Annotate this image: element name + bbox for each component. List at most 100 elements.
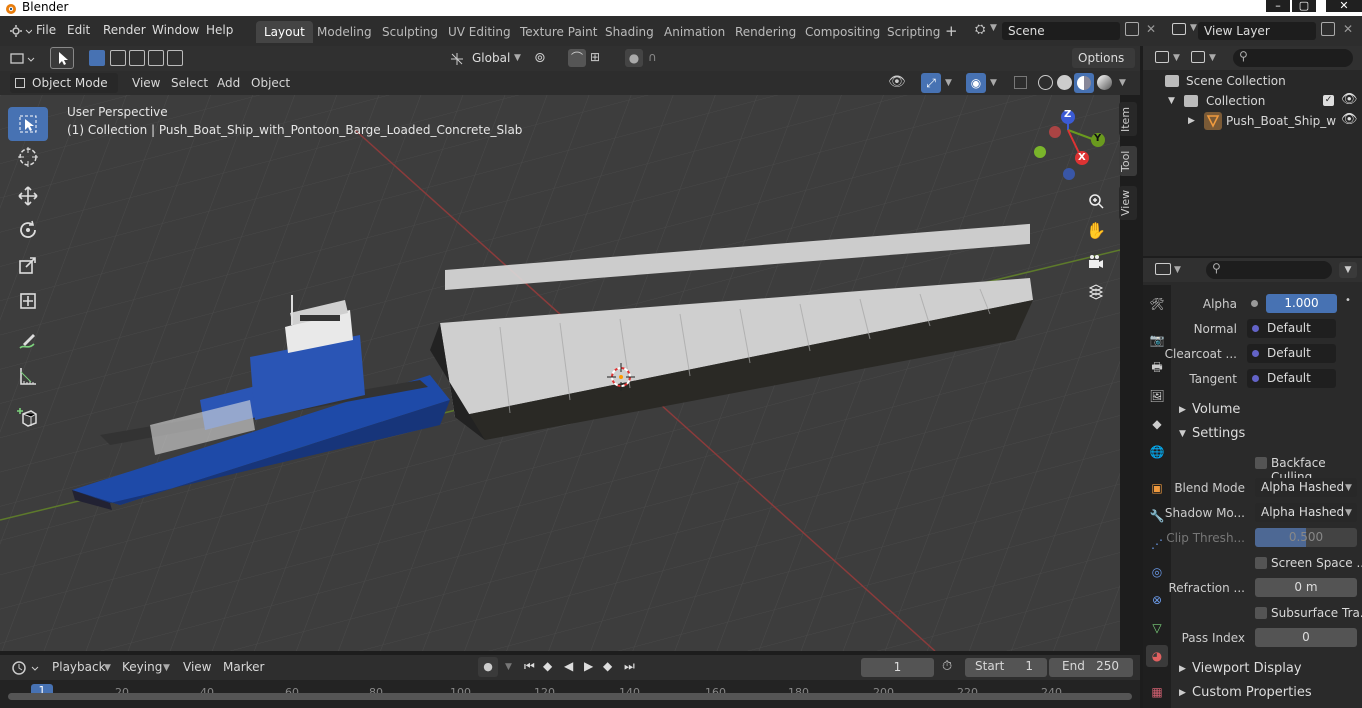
end-frame-field[interactable]: End 250: [1049, 658, 1133, 677]
timeline-scrollbar[interactable]: [8, 693, 1132, 700]
select-tool-icon[interactable]: [50, 47, 74, 69]
overlays-icon[interactable]: ◉: [966, 73, 986, 93]
tab-compositing[interactable]: Compositing: [797, 21, 888, 43]
display-mode-icon[interactable]: [1191, 51, 1205, 63]
timeline-menu-keying[interactable]: Keying: [122, 660, 162, 674]
sidebar-tab-view[interactable]: View: [1119, 186, 1137, 220]
jump-end-icon[interactable]: ⏭: [624, 659, 635, 674]
options-dropdown[interactable]: Options: [1072, 48, 1135, 68]
outliner-search-input[interactable]: ⚲: [1233, 49, 1353, 67]
chevron-down-icon[interactable]: ▼: [1209, 53, 1216, 63]
close-icon[interactable]: ✕: [1326, 0, 1362, 12]
menu-edit[interactable]: Edit: [67, 23, 90, 37]
tab-texture-paint[interactable]: Texture Paint: [512, 21, 605, 43]
prev-keyframe-icon[interactable]: ◆: [543, 659, 552, 673]
refraction-depth-field[interactable]: 0 m: [1255, 578, 1357, 597]
viewport-menu-add[interactable]: Add: [217, 76, 240, 90]
tab-sculpting[interactable]: Sculpting: [374, 21, 446, 43]
normal-field[interactable]: Default: [1247, 319, 1336, 338]
transform-tool[interactable]: [8, 284, 48, 318]
solid-shading-icon[interactable]: [1057, 75, 1072, 90]
tab-modeling[interactable]: Modeling: [309, 21, 380, 43]
annotate-tool[interactable]: [8, 325, 48, 359]
timeline-menu-view[interactable]: View: [183, 660, 211, 674]
viewport-menu-select[interactable]: Select: [171, 76, 208, 90]
collapse-volume-icon[interactable]: ▶: [1179, 405, 1186, 415]
tab-rendering[interactable]: Rendering: [727, 21, 804, 43]
proportional-edit-icon[interactable]: ●: [625, 49, 643, 67]
pass-index-field[interactable]: 0: [1255, 628, 1357, 647]
menu-file[interactable]: File: [36, 23, 56, 37]
view-layer-props-icon[interactable]: 🖼: [1146, 385, 1168, 407]
camera-view-icon[interactable]: [1083, 249, 1109, 275]
move-tool[interactable]: [8, 179, 48, 213]
tangent-field[interactable]: Default: [1247, 369, 1336, 388]
current-frame-field[interactable]: 1: [861, 658, 934, 677]
view-layer-field[interactable]: View Layer: [1198, 22, 1316, 40]
timeline-editor-type-icon[interactable]: [11, 660, 41, 676]
play-reverse-icon[interactable]: ◀: [564, 659, 573, 673]
measure-tool[interactable]: [8, 359, 48, 393]
menu-help[interactable]: Help: [206, 23, 233, 37]
visibility-icon[interactable]: 👁: [888, 74, 906, 90]
tab-uv-editing[interactable]: UV Editing: [440, 21, 519, 43]
pan-hand-icon[interactable]: ✋: [1083, 217, 1109, 243]
start-frame-field[interactable]: Start 1: [965, 658, 1047, 677]
delete-scene-icon[interactable]: ✕: [1146, 22, 1156, 36]
add-cube-tool[interactable]: [8, 400, 48, 434]
tab-scripting[interactable]: Scripting: [879, 21, 948, 43]
collapse-custom-properties-icon[interactable]: ▶: [1179, 688, 1186, 698]
scale-tool[interactable]: [8, 248, 48, 282]
timeline-menu-playback[interactable]: Playback: [52, 660, 106, 674]
chevron-down-icon[interactable]: ▼: [1339, 262, 1357, 278]
outliner-collection[interactable]: Collection: [1206, 94, 1265, 108]
clip-threshold-field[interactable]: 0.500: [1255, 528, 1357, 547]
sidebar-tab-item[interactable]: Item: [1119, 102, 1137, 136]
material-shading-icon[interactable]: [1074, 73, 1094, 93]
menu-render[interactable]: Render: [103, 23, 146, 37]
select-box-tool[interactable]: [8, 107, 48, 141]
material-props-icon[interactable]: ◕: [1146, 645, 1168, 667]
xray-icon[interactable]: [1014, 76, 1027, 89]
chevron-down-icon[interactable]: ▼: [1119, 78, 1126, 88]
snap-icon[interactable]: ⌒: [568, 49, 586, 67]
snap-target-icon[interactable]: ⊞: [590, 50, 600, 64]
cursor-tool[interactable]: [8, 140, 48, 174]
scene-icon[interactable]: ⛭: [975, 22, 985, 37]
outliner-object[interactable]: Push_Boat_Ship_w: [1226, 114, 1336, 128]
select-mode-new-icon[interactable]: [89, 50, 105, 66]
viewport-display-section[interactable]: Viewport Display: [1192, 661, 1302, 676]
custom-properties-section[interactable]: Custom Properties: [1192, 685, 1312, 700]
chevron-down-icon[interactable]: ▼: [1190, 23, 1197, 33]
scene-props-icon[interactable]: ◆: [1146, 413, 1168, 435]
chevron-down-icon[interactable]: ▼: [990, 23, 997, 33]
wireframe-shading-icon[interactable]: [1038, 75, 1053, 90]
minimize-icon[interactable]: –: [1266, 0, 1290, 12]
sidebar-tab-tool[interactable]: Tool: [1119, 146, 1137, 176]
next-keyframe-icon[interactable]: ◆: [603, 659, 612, 673]
new-scene-icon[interactable]: [1125, 22, 1139, 36]
view-layer-icon[interactable]: [1172, 23, 1186, 35]
chevron-down-icon[interactable]: ▼: [163, 663, 170, 673]
select-mode-intersect-icon[interactable]: [167, 50, 183, 66]
tab-layout[interactable]: Layout: [256, 21, 313, 43]
select-mode-invert-icon[interactable]: [148, 50, 164, 66]
world-props-icon[interactable]: 🌐: [1146, 441, 1168, 463]
falloff-icon[interactable]: ∩: [648, 50, 657, 64]
eye-icon[interactable]: 👁: [1341, 112, 1358, 127]
physics-props-icon[interactable]: ◎: [1146, 561, 1168, 583]
auto-keying-icon[interactable]: ●: [478, 657, 498, 677]
gizmo-y-label[interactable]: Y: [1094, 133, 1101, 144]
mode-dropdown[interactable]: Object Mode: [10, 73, 118, 93]
eye-icon[interactable]: 👁: [1341, 92, 1358, 107]
chevron-down-icon[interactable]: ▼: [1173, 53, 1180, 63]
3d-viewport[interactable]: Z Y X User Perspective (1) Collection | …: [0, 95, 1120, 651]
add-workspace-icon[interactable]: +: [945, 23, 958, 39]
volume-section[interactable]: Volume: [1192, 402, 1240, 417]
rotate-tool[interactable]: [8, 213, 48, 247]
play-icon[interactable]: ▶: [584, 659, 593, 673]
select-mode-extend-icon[interactable]: [110, 50, 126, 66]
menu-window[interactable]: Window: [152, 23, 199, 37]
chevron-down-icon[interactable]: ▼: [945, 78, 952, 88]
maximize-icon[interactable]: ▢: [1292, 0, 1316, 12]
